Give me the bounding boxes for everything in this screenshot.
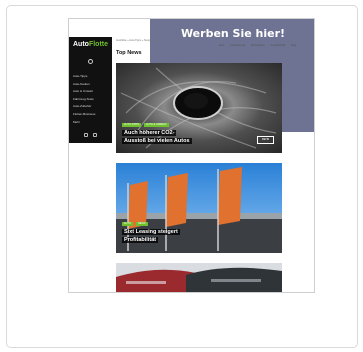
topnav-item[interactable]: Kontakt/AGB [271, 44, 285, 47]
article-card-2[interactable]: AUTO NEWS Sixt Leasing steigert Profitab… [116, 163, 282, 253]
topnav-item[interactable]: Blog [291, 44, 296, 47]
article-card-3[interactable] [116, 263, 282, 292]
section-title: Top News [116, 50, 142, 56]
article-tag[interactable]: AUTO & UMWELT [144, 123, 169, 127]
ad-text: Werben Sie hier! [180, 27, 286, 40]
sidebar-item-auto-tipps[interactable]: Auto-Tipps [73, 73, 95, 81]
site-logo[interactable]: AutoFlotte [73, 41, 108, 48]
twitter-icon[interactable] [93, 133, 97, 137]
sidebar-item-auto-zubehoer[interactable]: Auto-Zubehör [73, 103, 95, 111]
sidebar-item-auto-kaufen[interactable]: Auto-Kaufen [73, 81, 95, 89]
website-screenshot: Werben Sie hier! AutoFlotte Auto-Tipps A… [68, 18, 315, 293]
article-tag[interactable]: AUTO-TIPPS [122, 123, 141, 127]
top-nav: Auto Kaufberatung Marketplace Kontakt/AG… [219, 44, 296, 47]
search-icon[interactable] [88, 59, 93, 64]
facebook-icon[interactable] [84, 133, 88, 137]
topnav-item[interactable]: Marketplace [251, 44, 265, 47]
article-tag[interactable]: NEWS [136, 222, 148, 226]
sidebar: AutoFlotte Auto-Tipps Auto-Kaufen Auto &… [69, 37, 112, 143]
topnav-item[interactable]: Auto [219, 44, 224, 47]
article-image-cars [116, 263, 282, 292]
sidebar-item-auto-umwelt[interactable]: Auto & Umwelt [73, 88, 95, 96]
topnav-item[interactable]: Kaufberatung [230, 44, 245, 47]
sidebar-item-mehr[interactable]: Mehr [73, 119, 95, 127]
sidebar-item-flotten-business[interactable]: Flotten-Business [73, 111, 95, 119]
sidebar-nav: Auto-Tipps Auto-Kaufen Auto & Umwelt Fah… [73, 73, 95, 126]
read-more-button[interactable]: MEHR [257, 136, 274, 144]
article-headline[interactable]: Sixt Leasing steigert Profitabilität [122, 228, 180, 244]
article-tag[interactable]: AUTO [122, 222, 133, 226]
article-card-1[interactable]: AUTO-TIPPS AUTO & UMWELT Auch höherer CO… [116, 63, 282, 153]
sidebar-item-fahrzeug-tests[interactable]: Fahrzeug-Tests [73, 96, 95, 104]
breadcrumb: Autoflotte » Auto-Tipps » Neuigkeiten [116, 39, 158, 42]
article-headline[interactable]: Auch höherer CO2- Ausstoß bei vielen Aut… [122, 129, 192, 145]
